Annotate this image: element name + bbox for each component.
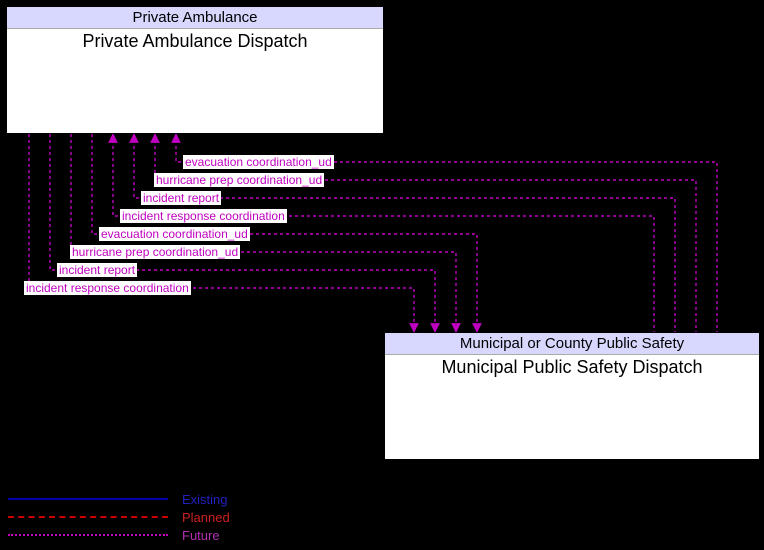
flow-label[interactable]: incident response coordination: [120, 209, 287, 223]
entity-header: Municipal or County Public Safety: [385, 333, 759, 355]
legend-item-future: Future: [8, 526, 368, 544]
flow-label[interactable]: hurricane prep coordination_ud: [70, 245, 240, 259]
flow-label[interactable]: evacuation coordination_ud: [99, 227, 250, 241]
entity-municipal-public-safety[interactable]: Municipal or County Public Safety Munici…: [384, 332, 760, 460]
entity-private-ambulance[interactable]: Private Ambulance Private Ambulance Disp…: [6, 6, 384, 134]
flow-label[interactable]: incident report: [141, 191, 221, 205]
flow-label[interactable]: evacuation coordination_ud: [183, 155, 334, 169]
legend-label-existing: Existing: [182, 492, 228, 507]
entity-title: Private Ambulance Dispatch: [7, 29, 383, 54]
legend-swatch-planned: [8, 516, 168, 518]
legend-item-existing: Existing: [8, 490, 368, 508]
entity-header: Private Ambulance: [7, 7, 383, 29]
entity-title: Municipal Public Safety Dispatch: [385, 355, 759, 380]
legend-label-future: Future: [182, 528, 220, 543]
flow-label[interactable]: incident report: [57, 263, 137, 277]
legend: Existing Planned Future: [8, 490, 368, 544]
flow-label[interactable]: incident response coordination: [24, 281, 191, 295]
flow-label[interactable]: hurricane prep coordination_ud: [154, 173, 324, 187]
legend-swatch-future: [8, 534, 168, 536]
legend-label-planned: Planned: [182, 510, 230, 525]
legend-swatch-existing: [8, 498, 168, 500]
legend-item-planned: Planned: [8, 508, 368, 526]
